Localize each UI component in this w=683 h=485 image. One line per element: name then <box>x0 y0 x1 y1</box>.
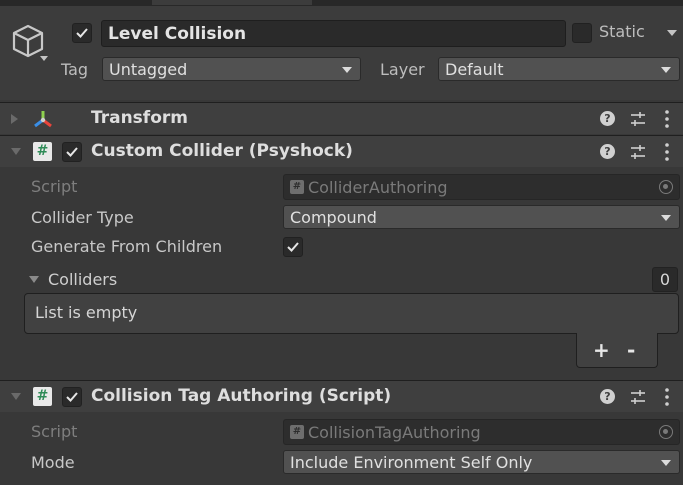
kebab-menu-icon[interactable] <box>664 109 670 129</box>
object-picker-icon[interactable] <box>659 180 673 194</box>
chevron-down-icon <box>342 67 352 73</box>
hash-script-icon: # <box>290 180 304 194</box>
layer-dropdown-value: Default <box>445 60 504 79</box>
list-empty-text: List is empty <box>35 303 138 322</box>
collider-type-value: Compound <box>290 208 377 227</box>
collision-tag-title: Collision Tag Authoring (Script) <box>91 386 392 406</box>
custom-collider-enabled-checkbox[interactable] <box>62 142 82 162</box>
help-icon[interactable]: ? <box>600 111 615 126</box>
help-icon[interactable]: ? <box>600 389 615 404</box>
kebab-menu-icon[interactable] <box>664 387 670 407</box>
object-picker-icon[interactable] <box>659 425 673 439</box>
script-object-field[interactable]: # CollisionTagAuthoring <box>283 419 680 445</box>
chevron-down-icon <box>661 215 671 221</box>
checkmark-icon <box>76 28 88 38</box>
tag-label: Tag <box>61 60 89 79</box>
chevron-down-icon <box>661 460 671 466</box>
checkmark-icon <box>287 242 299 252</box>
sliders-icon[interactable] <box>629 388 647 406</box>
generate-from-children-label: Generate From Children <box>31 237 223 256</box>
add-element-button[interactable]: + <box>593 338 610 362</box>
foldout-arrow-icon[interactable] <box>11 148 21 155</box>
window-tab[interactable] <box>152 0 312 5</box>
collision-tag-component-header[interactable]: # Collision Tag Authoring (Script) ? <box>0 380 683 412</box>
script-object-field[interactable]: # ColliderAuthoring <box>283 174 680 200</box>
colliders-count-field[interactable]: 0 <box>652 267 678 292</box>
transform-axes-icon <box>32 108 54 130</box>
hash-script-icon: # <box>33 142 52 161</box>
tag-dropdown-value: Untagged <box>109 60 188 79</box>
colliders-list-body: List is empty <box>24 293 679 334</box>
active-checkbox[interactable] <box>72 23 92 43</box>
script-object-value: CollisionTagAuthoring <box>308 423 481 442</box>
colliders-list-header[interactable]: Colliders <box>24 268 624 294</box>
script-object-value: ColliderAuthoring <box>308 178 448 197</box>
checkmark-icon <box>66 147 78 157</box>
checkmark-icon <box>66 392 78 402</box>
layer-dropdown[interactable]: Default <box>438 57 680 81</box>
static-dropdown-caret-icon[interactable] <box>667 30 677 36</box>
gameobject-header: Level Collision Static Tag Untagged Laye… <box>0 6 683 100</box>
foldout-arrow-icon[interactable] <box>29 276 39 283</box>
sliders-icon[interactable] <box>629 110 647 128</box>
hash-script-icon: # <box>33 387 52 406</box>
mode-value: Include Environment Self Only <box>290 453 533 472</box>
collision-tag-enabled-checkbox[interactable] <box>62 387 82 407</box>
script-label: Script <box>31 422 78 441</box>
layer-label: Layer <box>380 60 425 79</box>
mode-dropdown[interactable]: Include Environment Self Only <box>283 450 680 474</box>
collider-type-dropdown[interactable]: Compound <box>283 205 680 229</box>
static-label: Static <box>599 22 645 41</box>
help-icon[interactable]: ? <box>600 144 615 159</box>
remove-element-button[interactable]: - <box>627 338 635 362</box>
colliders-label: Colliders <box>48 270 118 289</box>
static-checkbox[interactable] <box>572 23 592 43</box>
gameobject-name-field[interactable]: Level Collision <box>101 20 566 47</box>
transform-title: Transform <box>91 108 188 128</box>
collider-type-label: Collider Type <box>31 208 134 227</box>
custom-collider-title: Custom Collider (Psyshock) <box>91 141 353 161</box>
foldout-arrow-icon[interactable] <box>11 114 18 124</box>
transform-component-header[interactable]: Transform ? <box>0 102 683 134</box>
script-label: Script <box>31 177 78 196</box>
hash-script-icon: # <box>290 425 304 439</box>
custom-collider-component-header[interactable]: # Custom Collider (Psyshock) ? <box>0 135 683 167</box>
list-footer: + - <box>576 333 658 368</box>
tag-dropdown[interactable]: Untagged <box>102 57 361 81</box>
chevron-down-icon <box>661 67 671 73</box>
sliders-icon[interactable] <box>629 143 647 161</box>
kebab-menu-icon[interactable] <box>664 142 670 162</box>
mode-label: Mode <box>31 453 75 472</box>
chevron-down-icon[interactable] <box>40 56 48 61</box>
generate-from-children-checkbox[interactable] <box>283 237 303 257</box>
foldout-arrow-icon[interactable] <box>11 393 21 400</box>
